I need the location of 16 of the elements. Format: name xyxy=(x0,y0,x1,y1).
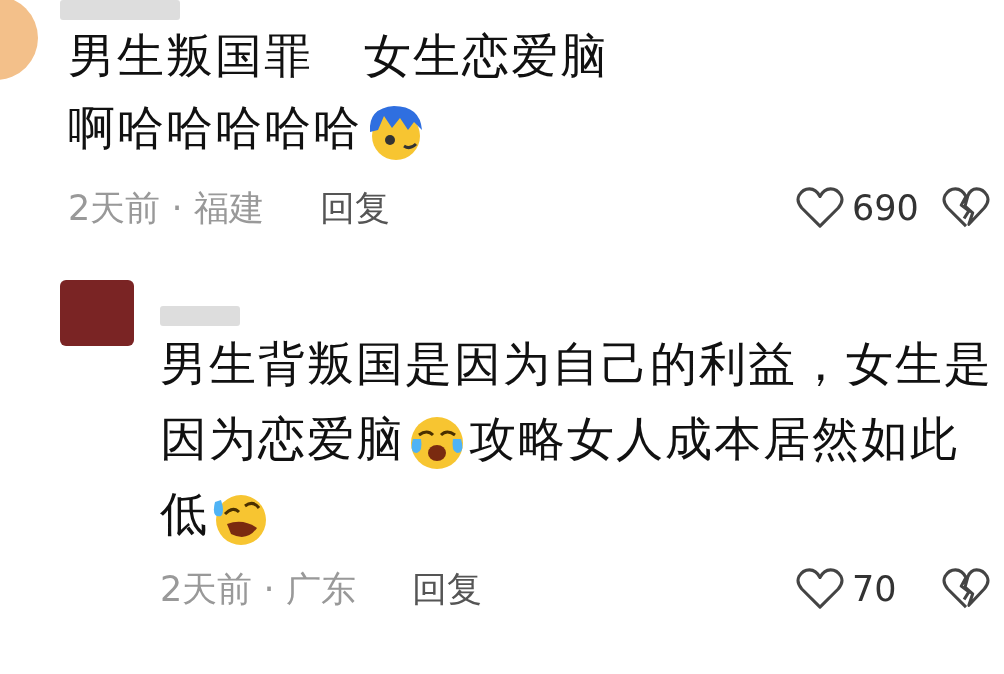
comment-text: 啊哈哈哈哈哈 xyxy=(68,100,362,155)
time-location: 2天前 · 福建 xyxy=(68,186,264,230)
reply-button[interactable]: 回复 xyxy=(319,184,390,232)
broken-heart-icon[interactable] xyxy=(942,186,990,230)
comment-text: 攻略女人成本居然如此 xyxy=(469,411,959,466)
comment-text: 因为恋爱脑 xyxy=(160,411,405,466)
heart-icon[interactable] xyxy=(796,186,844,230)
reply-button[interactable]: 回复 xyxy=(411,565,482,613)
broken-heart-icon[interactable] xyxy=(942,567,990,611)
time-location: 2天前 · 广东 xyxy=(160,567,356,611)
comment-text: 低 xyxy=(160,486,209,541)
heart-icon[interactable] xyxy=(796,567,844,611)
like-count: 690 xyxy=(852,188,920,228)
comment-text: 男生背叛国是因为自己的利益，女生是 xyxy=(160,336,993,391)
comment-text: 男生叛国罪 女生恋爱脑 xyxy=(68,28,609,83)
like-count: 70 xyxy=(852,569,898,609)
